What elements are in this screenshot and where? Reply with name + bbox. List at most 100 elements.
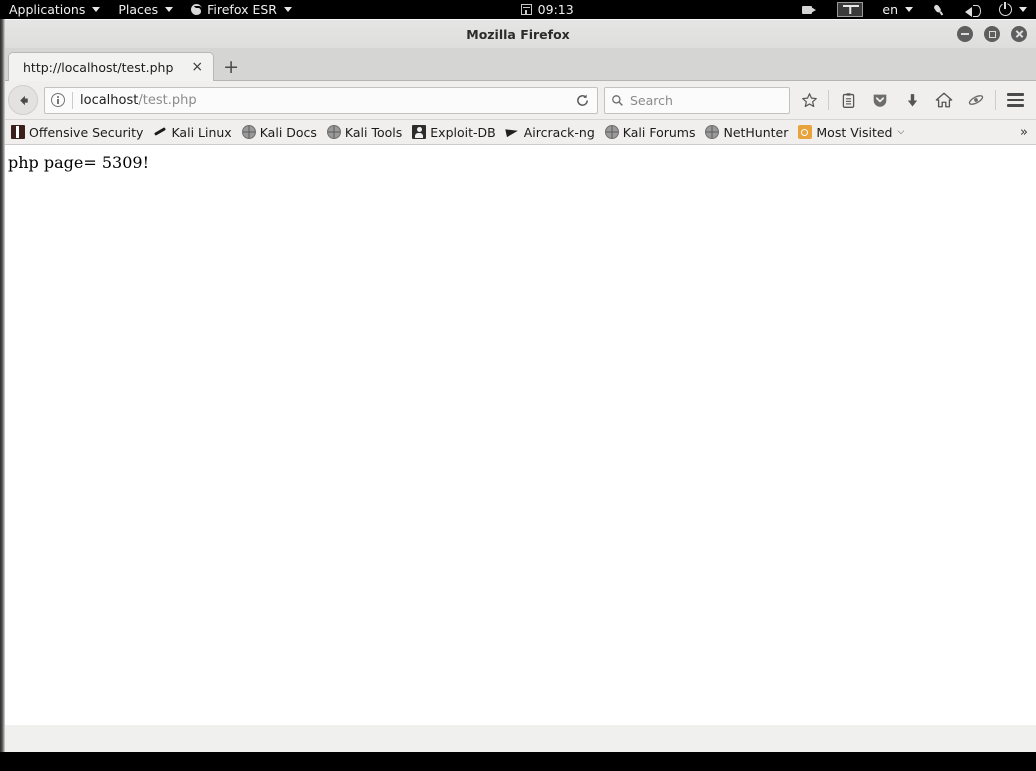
bookmark-label: Kali Linux: [171, 124, 232, 140]
star-icon: [801, 92, 817, 107]
volume-indicator[interactable]: [956, 0, 990, 19]
home-icon: [935, 92, 953, 108]
desktop-top-panel: Applications Places Firefox ESR 09:13 en: [0, 0, 1036, 19]
clock[interactable]: 09:13: [512, 0, 583, 19]
firefox-launcher-label: Firefox ESR: [207, 2, 277, 17]
bookmark-kali-linux[interactable]: Kali Linux: [148, 122, 236, 142]
search-input[interactable]: Search: [630, 93, 673, 108]
tab-title: http://localhost/test.php: [23, 59, 174, 75]
sync-icon: [968, 95, 984, 105]
panel-left-group: Applications Places Firefox ESR: [0, 0, 301, 19]
bookmark-exploit-db[interactable]: Exploit-DB: [407, 122, 500, 142]
bookmark-label: Kali Forums: [622, 124, 696, 140]
close-button[interactable]: [1011, 26, 1027, 42]
places-menu-label: Places: [118, 2, 159, 17]
minimize-button[interactable]: [957, 26, 973, 42]
reload-button[interactable]: [571, 89, 593, 111]
power-icon: [999, 1, 1013, 16]
exploitdb-favicon: [412, 125, 427, 139]
maximize-button[interactable]: [984, 26, 1000, 42]
speaker-icon: [965, 3, 982, 17]
bookmark-nethunter[interactable]: NetHunter: [700, 122, 793, 142]
applications-menu[interactable]: Applications: [0, 0, 109, 19]
folder-favicon: [798, 125, 813, 139]
wrench-favicon: [153, 125, 167, 139]
bookmark-label: Kali Docs: [259, 124, 317, 140]
bookmark-label: NetHunter: [723, 124, 789, 140]
camera-icon: [802, 4, 818, 16]
bookmark-most-visited[interactable]: Most Visited ⌵: [793, 122, 909, 142]
navigation-toolbar: localhost/test.php Search: [0, 81, 1036, 120]
menu-line-2: [1006, 98, 1024, 102]
close-icon[interactable]: ×: [187, 60, 207, 74]
page-body-text: php page= 5309!: [8, 153, 150, 172]
window-title: Mozilla Firefox: [466, 26, 570, 42]
chevron-down-icon: [165, 7, 174, 12]
menu-button[interactable]: [1002, 87, 1028, 113]
bookmarks-bar: Offensive Security Kali Linux Kali Docs …: [0, 120, 1036, 145]
back-arrow-icon: [19, 95, 28, 105]
desktop-bottom-strip: [0, 752, 1036, 771]
globe-favicon: [326, 125, 341, 139]
bookmark-label: Aircrack-ng: [523, 124, 595, 140]
library-button[interactable]: [835, 87, 861, 113]
aircrack-favicon: [506, 125, 520, 139]
firefox-icon: [191, 4, 204, 17]
chevron-down-icon: ⌵: [897, 127, 905, 137]
back-button[interactable]: [8, 85, 38, 115]
firefox-launcher[interactable]: Firefox ESR: [182, 0, 301, 19]
power-menu[interactable]: [990, 0, 1036, 19]
url-bar[interactable]: localhost/test.php: [44, 86, 598, 114]
offsec-favicon: [11, 125, 25, 139]
download-icon: [907, 93, 917, 106]
search-box[interactable]: Search: [604, 86, 790, 114]
chevron-down-icon: [905, 7, 914, 12]
bookmark-label: Most Visited: [816, 124, 893, 140]
bookmark-label: Offensive Security: [29, 124, 144, 140]
bookmark-aircrack-ng[interactable]: Aircrack-ng: [501, 122, 600, 142]
pocket-button[interactable]: [867, 87, 893, 113]
url-path: /test.php: [138, 92, 197, 108]
bookmark-kali-docs[interactable]: Kali Docs: [237, 122, 322, 142]
bookmarks-overflow-button[interactable]: »: [1020, 125, 1028, 140]
home-button[interactable]: [931, 87, 957, 113]
info-icon[interactable]: [51, 93, 65, 107]
chevron-down-icon: [1019, 7, 1028, 12]
globe-favicon: [705, 125, 720, 139]
bookmark-offensive-security[interactable]: Offensive Security: [6, 122, 148, 142]
toolbar-divider-2: [995, 90, 996, 110]
url-host: localhost: [80, 92, 139, 108]
url-text: localhost/test.php: [80, 93, 564, 108]
library-icon: [842, 92, 854, 108]
chevron-down-icon: [92, 7, 101, 12]
pocket-icon: [873, 94, 887, 107]
bookmark-kali-forums[interactable]: Kali Forums: [600, 122, 701, 142]
clock-label: 09:13: [537, 2, 574, 17]
bookmark-kali-tools[interactable]: Kali Tools: [322, 122, 407, 142]
downloads-button[interactable]: [899, 87, 925, 113]
workspace-switcher[interactable]: [837, 2, 864, 17]
search-icon: [612, 94, 623, 106]
keyboard-layout-label: en: [882, 2, 899, 17]
globe-favicon: [241, 125, 256, 139]
bookmark-label: Exploit-DB: [430, 124, 496, 140]
screen-recorder-indicator[interactable]: [793, 0, 827, 19]
globe-favicon: [604, 125, 619, 139]
bookmark-star-button[interactable]: [796, 87, 822, 113]
viewport-left-edge: [0, 145, 4, 725]
page-viewport: php page= 5309!: [0, 145, 1036, 725]
keyboard-layout-indicator[interactable]: en: [873, 0, 922, 19]
browser-tab[interactable]: http://localhost/test.php ×: [8, 52, 215, 81]
applications-menu-label: Applications: [9, 2, 86, 17]
places-menu[interactable]: Places: [109, 0, 182, 19]
microphone-indicator[interactable]: [922, 0, 956, 19]
menu-line-3: [1006, 104, 1024, 107]
calendar-icon: [520, 4, 532, 15]
microphone-icon: [928, 0, 949, 20]
chevron-down-icon: [283, 7, 292, 12]
window-titlebar: Mozilla Firefox: [0, 19, 1036, 48]
sync-button[interactable]: [963, 87, 989, 113]
window-controls: [957, 20, 1027, 48]
url-divider: [72, 91, 73, 109]
new-tab-button[interactable]: +: [214, 52, 248, 81]
